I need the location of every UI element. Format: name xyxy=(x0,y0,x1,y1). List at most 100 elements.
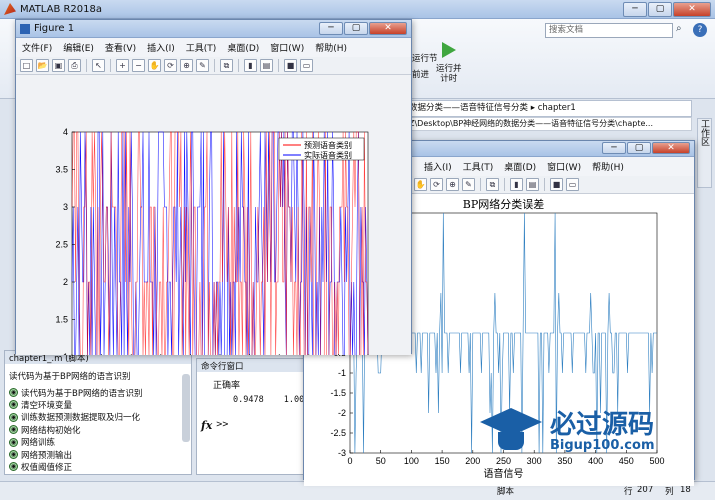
menu-tools[interactable]: 工具(T) xyxy=(186,41,217,54)
pan-icon[interactable]: ✋ xyxy=(148,59,161,72)
figure-icon xyxy=(20,23,30,34)
watermark: 必过源码 Bigup100.com xyxy=(478,402,683,468)
accuracy-value-1: 0.9478 xyxy=(233,395,264,405)
rotate-icon[interactable]: ⟳ xyxy=(164,59,177,72)
menu-insert[interactable]: 插入(I) xyxy=(147,41,175,54)
menu-desktop[interactable]: 桌面(D) xyxy=(227,41,259,54)
figure1-close-button[interactable]: ✕ xyxy=(369,22,407,35)
section-icon: ◉ xyxy=(9,388,18,398)
figure2-window-controls: ─ ▢ ✕ xyxy=(602,142,690,154)
figure2-menu-window[interactable]: 窗口(W) xyxy=(547,160,581,173)
advance-label[interactable]: 前进 xyxy=(412,68,429,80)
status-script: 脚本 xyxy=(497,487,515,497)
colorbar-icon[interactable]: ▮ xyxy=(244,59,257,72)
figure2-maximize-button[interactable]: ▢ xyxy=(627,142,651,154)
figure2-menu-insert[interactable]: 插入(I) xyxy=(424,160,452,173)
close-button[interactable]: ✕ xyxy=(673,2,711,17)
toolbar-separator xyxy=(110,59,111,72)
run-time-label[interactable]: 运行并 计时 xyxy=(436,64,462,84)
edit-plot-icon[interactable]: ↖ xyxy=(92,59,105,72)
minimize-button[interactable]: ─ xyxy=(623,2,647,17)
figure2-menu-tools[interactable]: 工具(T) xyxy=(463,160,494,173)
figure1-maximize-button[interactable]: ▢ xyxy=(344,22,368,35)
y-tick-label: -3 xyxy=(338,448,346,458)
address-bar[interactable]: 数据分类——语音特征信号分类 ▸ chapter1 xyxy=(405,100,692,117)
brush-icon[interactable]: ✎ xyxy=(196,59,209,72)
search-icon[interactable]: ⌕ xyxy=(676,23,690,37)
show-tools-icon[interactable]: ▭ xyxy=(300,59,313,72)
run-section-label[interactable]: 运行节 xyxy=(412,52,438,64)
data-cursor-icon[interactable]: ⊕ xyxy=(446,178,459,191)
hide-tools-icon[interactable]: ■ xyxy=(550,178,563,191)
path-bar[interactable]: Z\Desktop\BP神经网络的数据分类——语音特征信号分类\chapte..… xyxy=(405,117,692,131)
list-item[interactable]: ◉ 权值阈值修正 xyxy=(5,461,191,473)
section-icon: ◉ xyxy=(9,425,18,435)
breadcrumb-part-1[interactable]: 数据分类——语音特征信号分类 xyxy=(409,103,528,113)
rotate-icon[interactable]: ⟳ xyxy=(430,178,443,191)
link-icon[interactable]: ⧉ xyxy=(220,59,233,72)
list-item[interactable]: ◉ 读代码为基于BP网络的语言识别 xyxy=(5,386,191,399)
command-prompt-row[interactable]: fx >> xyxy=(201,419,303,432)
command-prompt: >> xyxy=(216,419,229,430)
y-tick-label: 3 xyxy=(63,202,68,212)
list-item[interactable]: ◉ 清空环境变量 xyxy=(5,399,191,411)
print-icon[interactable]: ⎙ xyxy=(68,59,81,72)
zoom-in-icon[interactable]: + xyxy=(116,59,129,72)
folder-scrollbar[interactable] xyxy=(182,374,190,442)
workspace-tab[interactable]: 工作区 xyxy=(697,118,712,188)
list-item-label: 权值阈值修正 xyxy=(21,462,73,473)
figure1-window-controls: ─ ▢ ✕ xyxy=(319,22,407,35)
list-item-label: 网络预测输出 xyxy=(21,450,73,461)
command-window[interactable]: 命令行窗口 正确率 0.9478 1.00 fx >> xyxy=(196,358,304,475)
y-tick-label: -1 xyxy=(338,368,346,378)
menu-view[interactable]: 查看(V) xyxy=(105,41,136,54)
figure1-minimize-button[interactable]: ─ xyxy=(319,22,343,35)
status-col-label: 列 xyxy=(665,487,674,497)
data-cursor-icon[interactable]: ⊕ xyxy=(180,59,193,72)
list-item[interactable]: ◉ 网络预测输出 xyxy=(5,448,191,461)
list-item-label: 读代码为基于BP网络的语言识别 xyxy=(9,372,131,383)
list-item[interactable]: ◉ 网络结构初始化 xyxy=(5,424,191,436)
list-item[interactable]: 读代码为基于BP网络的语言识别 xyxy=(5,370,191,382)
command-window-title: 命令行窗口 xyxy=(197,359,303,372)
new-figure-icon[interactable]: □ xyxy=(20,59,33,72)
figure2-minimize-button[interactable]: ─ xyxy=(602,142,626,154)
y-tick-label: 4 xyxy=(63,127,68,137)
y-tick-label: 1 xyxy=(63,352,68,355)
brush-icon[interactable]: ✎ xyxy=(462,178,475,191)
chart-title: BP网络分类误差 xyxy=(463,197,545,211)
menu-help[interactable]: 帮助(H) xyxy=(315,41,347,54)
colorbar-icon[interactable]: ▮ xyxy=(510,178,523,191)
show-tools-icon[interactable]: ▭ xyxy=(566,178,579,191)
figure1-titlebar[interactable]: Figure 1 ─ ▢ ✕ xyxy=(16,20,411,38)
legend-icon[interactable]: ▤ xyxy=(260,59,273,72)
maximize-button[interactable]: ▢ xyxy=(648,2,672,17)
toolbar-separator xyxy=(214,59,215,72)
legend-icon[interactable]: ▤ xyxy=(526,178,539,191)
list-item[interactable]: ◉ 网络训练 xyxy=(5,436,191,448)
fx-icon[interactable]: fx xyxy=(201,419,212,432)
x-tick-label: 150 xyxy=(435,456,450,466)
figure1-window[interactable]: Figure 1 ─ ▢ ✕ 文件(F) 编辑(E) 查看(V) 插入(I) 工… xyxy=(15,19,412,355)
breadcrumb-part-2[interactable]: chapter1 xyxy=(538,103,576,113)
menu-edit[interactable]: 编辑(E) xyxy=(63,41,94,54)
figure2-close-button[interactable]: ✕ xyxy=(652,142,690,154)
menu-file[interactable]: 文件(F) xyxy=(22,41,52,54)
menu-window[interactable]: 窗口(W) xyxy=(270,41,304,54)
search-box[interactable]: 搜索文档 xyxy=(545,23,673,38)
save-icon[interactable]: ▣ xyxy=(52,59,65,72)
x-axis-label: 语音信号 xyxy=(484,467,524,480)
zoom-out-icon[interactable]: − xyxy=(132,59,145,72)
list-item[interactable]: ◉ 训练数据预测数据提取及归一化 xyxy=(5,411,191,423)
x-tick-label: 50 xyxy=(376,456,386,466)
figure2-menu-desktop[interactable]: 桌面(D) xyxy=(504,160,536,173)
hide-tools-icon[interactable]: ■ xyxy=(284,59,297,72)
open-file-icon[interactable]: 📂 xyxy=(36,59,49,72)
pan-icon[interactable]: ✋ xyxy=(414,178,427,191)
link-icon[interactable]: ⧉ xyxy=(486,178,499,191)
accuracy-values: 0.9478 1.00 xyxy=(233,395,304,405)
app-title: MATLAB R2018a xyxy=(20,3,103,15)
figure2-menu-help[interactable]: 帮助(H) xyxy=(592,160,624,173)
help-icon[interactable]: ? xyxy=(693,23,707,37)
toolbar-separator xyxy=(278,59,279,72)
